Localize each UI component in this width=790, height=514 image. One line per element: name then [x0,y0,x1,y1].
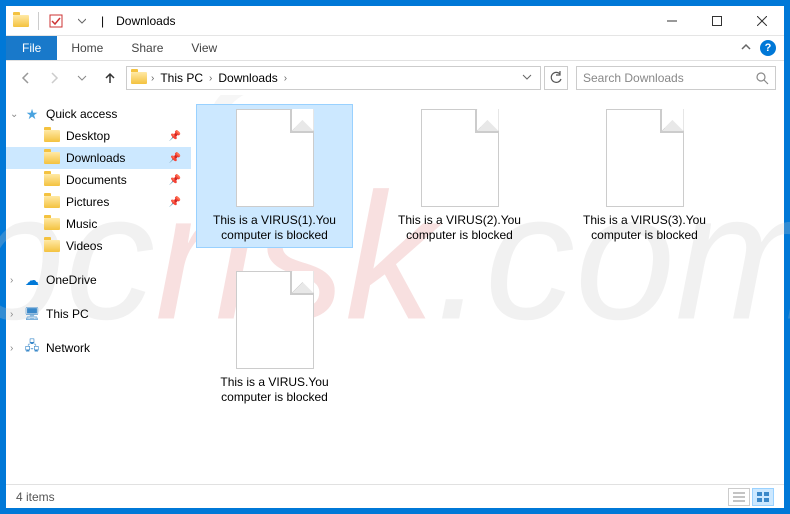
nav-item-music[interactable]: Music [6,213,191,235]
nav-label: Videos [66,239,102,253]
file-item[interactable]: This is a VIRUS(3).You computer is block… [567,105,722,247]
folder-icon [44,172,60,188]
window-title: Downloads [116,14,175,28]
nav-item-pictures[interactable]: Pictures 📌 [6,191,191,213]
file-icon [236,271,314,369]
chevron-down-icon[interactable]: ⌄ [10,109,18,120]
nav-up-button[interactable] [98,66,122,90]
nav-label: Desktop [66,129,110,143]
address-dropdown-button[interactable] [518,71,536,85]
address-row: › This PC › Downloads › [6,61,784,95]
ribbon-tabs: File Home Share View ? [6,36,784,61]
folder-icon [44,128,60,144]
nav-item-downloads[interactable]: Downloads 📌 [6,147,191,169]
folder-icon [44,216,60,232]
qat-dropdown-button[interactable] [71,10,93,32]
search-box[interactable] [576,66,776,90]
nav-label: Quick access [46,107,117,121]
nav-label: Music [66,217,97,231]
qat-properties-button[interactable] [45,10,67,32]
qat-separator-2: | [101,14,104,28]
search-icon[interactable] [755,71,769,85]
nav-onedrive[interactable]: › ☁ OneDrive [6,269,191,291]
nav-forward-button[interactable] [42,66,66,90]
nav-quick-access[interactable]: ⌄ ★ Quick access [6,103,191,125]
refresh-button[interactable] [544,66,568,90]
chevron-right-icon[interactable]: › [147,73,158,84]
file-icon [236,109,314,207]
nav-network[interactable]: › 🖧 Network [6,337,191,359]
breadcrumb-folder-icon [131,70,147,86]
file-icon [421,109,499,207]
ribbon-tab-share[interactable]: Share [117,36,177,60]
file-item[interactable]: This is a VIRUS.You computer is blocked [197,267,352,409]
help-icon[interactable]: ? [760,40,776,56]
nav-label: This PC [46,307,89,321]
nav-recent-button[interactable] [70,66,94,90]
file-label: This is a VIRUS(3).You computer is block… [571,213,718,243]
file-item[interactable]: This is a VIRUS(1).You computer is block… [197,105,352,247]
breadcrumb-root[interactable]: This PC [158,71,205,85]
qat-separator [38,12,39,30]
statusbar: 4 items [6,484,784,508]
nav-back-button[interactable] [14,66,38,90]
file-label: This is a VIRUS.You computer is blocked [201,375,348,405]
chevron-right-icon[interactable]: › [10,275,13,286]
pin-icon: 📌 [169,197,181,208]
file-label: This is a VIRUS(2).You computer is block… [386,213,533,243]
network-icon: 🖧 [24,340,40,356]
address-bar[interactable]: › This PC › Downloads › [126,66,541,90]
view-details-button[interactable] [728,488,750,506]
breadcrumb-current[interactable]: Downloads [216,71,279,85]
pin-icon: 📌 [169,175,181,186]
nav-label: Documents [66,173,127,187]
maximize-button[interactable] [694,6,739,36]
file-icon [606,109,684,207]
onedrive-icon: ☁ [24,272,40,288]
chevron-right-icon[interactable]: › [10,309,13,320]
pin-icon: 📌 [169,131,181,142]
folder-icon [44,150,60,166]
ribbon-tab-view[interactable]: View [177,36,231,60]
chevron-right-icon[interactable]: › [205,73,216,84]
nav-label: Downloads [66,151,125,165]
nav-item-documents[interactable]: Documents 📌 [6,169,191,191]
folder-icon [44,238,60,254]
folder-icon [10,10,32,32]
close-button[interactable] [739,6,784,36]
nav-this-pc[interactable]: › 🖥 This PC [6,303,191,325]
file-label: This is a VIRUS(1).You computer is block… [201,213,348,243]
titlebar: | Downloads [6,6,784,36]
file-item[interactable]: This is a VIRUS(2).You computer is block… [382,105,537,247]
chevron-right-icon[interactable]: › [10,343,13,354]
nav-label: Network [46,341,90,355]
view-large-icons-button[interactable] [752,488,774,506]
navigation-pane: ⌄ ★ Quick access Desktop 📌 Downloads 📌 D… [6,95,191,484]
pin-icon: 📌 [169,153,181,164]
star-icon: ★ [24,106,40,122]
ribbon-tab-home[interactable]: Home [57,36,117,60]
pc-icon: 🖥 [24,306,40,322]
minimize-button[interactable] [649,6,694,36]
status-count: 4 items [16,490,55,504]
nav-label: Pictures [66,195,109,209]
nav-item-desktop[interactable]: Desktop 📌 [6,125,191,147]
nav-item-videos[interactable]: Videos [6,235,191,257]
folder-icon [44,194,60,210]
nav-label: OneDrive [46,273,97,287]
chevron-right-icon[interactable]: › [280,73,291,84]
file-tab[interactable]: File [6,36,57,60]
files-area[interactable]: This is a VIRUS(1).You computer is block… [191,95,784,484]
ribbon-expand-icon[interactable] [740,42,752,54]
search-input[interactable] [583,71,755,85]
